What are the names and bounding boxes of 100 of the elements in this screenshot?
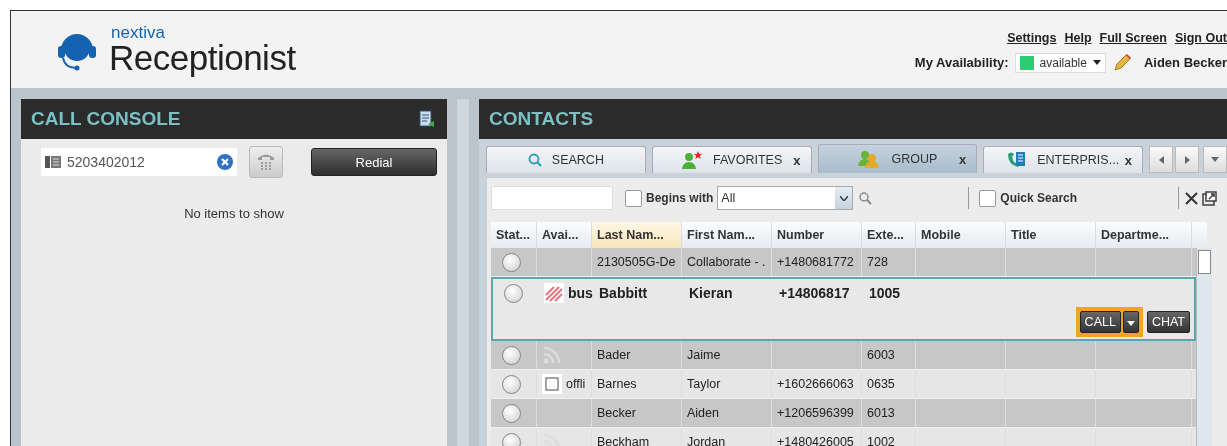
search-icon[interactable] xyxy=(858,191,873,205)
header-link[interactable]: Sign Out xyxy=(1174,30,1227,45)
table-row[interactable]: 2130505G-De Collaborate - . +1480681772 728 xyxy=(491,248,1196,277)
table-cell: 1002 xyxy=(867,435,895,446)
tab-close-button[interactable]: x xyxy=(1124,152,1132,168)
table-cell: 2130505G-De xyxy=(597,255,676,269)
header-link[interactable]: Help xyxy=(1064,30,1092,45)
header-corner xyxy=(1192,222,1207,248)
call-button[interactable]: CALL xyxy=(1079,311,1121,333)
radio-button[interactable] xyxy=(504,283,523,303)
caret-icon xyxy=(1126,321,1135,326)
table-cell: Barnes xyxy=(597,377,637,391)
dialpad-icon xyxy=(257,152,275,172)
column-header[interactable]: Exte... xyxy=(862,222,916,248)
table-cell: Babbitt xyxy=(599,285,648,301)
table-row[interactable]: Bader Jaime 6003 xyxy=(491,341,1196,370)
brand-name: nextiva xyxy=(111,24,166,41)
close-icon[interactable] xyxy=(1185,191,1198,205)
hatched-square-icon xyxy=(544,283,564,303)
scroll-right-button[interactable] xyxy=(1175,146,1199,173)
availability-dropdown[interactable]: available xyxy=(1014,52,1106,73)
tab[interactable]: ENTERPRIS... x xyxy=(983,146,1143,173)
table-row[interactable]: offli Barnes Taylor +1602666063 0635 xyxy=(491,370,1196,399)
radio-button[interactable] xyxy=(502,432,521,446)
left-arrow-icon xyxy=(1158,155,1164,164)
pencil-icon[interactable] xyxy=(1111,52,1132,73)
tab[interactable]: GROUP x xyxy=(817,144,978,173)
table-cell: Bader xyxy=(597,348,631,362)
table-cell: 0635 xyxy=(867,377,895,391)
table-cell: Jordan xyxy=(687,435,726,446)
dial-field[interactable]: 5203402012 xyxy=(41,148,237,176)
column-header[interactable]: Last Nam... xyxy=(592,222,682,248)
table-cell: +1206596399 xyxy=(777,406,854,420)
right-arrow-icon xyxy=(1184,155,1190,164)
chat-button[interactable]: CHAT xyxy=(1146,311,1190,333)
column-header[interactable]: Departme... xyxy=(1096,222,1192,248)
header-link[interactable]: Full Screen xyxy=(1099,30,1167,45)
table-cell: Collaborate - . xyxy=(687,255,766,269)
radio-button[interactable] xyxy=(502,345,521,365)
table-cell: 6013 xyxy=(867,406,895,420)
dial-number: 5203402012 xyxy=(67,154,146,170)
table-cell: offli xyxy=(566,377,586,391)
search-icon xyxy=(527,153,542,167)
table-cell: Jaime xyxy=(687,348,721,362)
scroll-left-button[interactable] xyxy=(1149,146,1173,173)
tab-close-button[interactable]: x xyxy=(793,152,801,168)
checkbox-label: Quick Search xyxy=(1000,191,1078,205)
square-icon xyxy=(542,374,562,394)
clear-icon[interactable] xyxy=(217,154,233,170)
table-row[interactable]: Becker Aiden +1206596399 6013 xyxy=(491,399,1196,428)
panel-title: CALL CONSOLE xyxy=(31,108,181,130)
list-icon[interactable] xyxy=(419,110,435,128)
scrollbar[interactable] xyxy=(1196,248,1212,446)
search-field[interactable] xyxy=(491,186,613,210)
column-header[interactable]: Number xyxy=(772,222,862,248)
table-cell: 1005 xyxy=(869,285,901,301)
checkbox-label: Begins with xyxy=(646,191,714,205)
caret-icon xyxy=(1092,60,1101,65)
table-cell: +14806817 xyxy=(779,285,850,301)
selected-row[interactable]: bus Babbitt Kieran +14806817 1005 CALL CHAT xyxy=(491,277,1196,341)
radio-button[interactable] xyxy=(502,252,521,272)
user-name: Aiden Becker xyxy=(1143,55,1227,70)
people-icon xyxy=(857,150,882,168)
panel-title: CONTACTS xyxy=(489,108,594,130)
empty-message: No items to show xyxy=(183,206,285,221)
column-header[interactable]: Stat... xyxy=(491,222,537,248)
header-link[interactable]: Settings xyxy=(1007,30,1057,45)
table-cell: Becker xyxy=(597,406,636,420)
table-cell: Beckham xyxy=(597,435,650,446)
radio-button[interactable] xyxy=(502,403,521,423)
table-cell: +1480681772 xyxy=(777,255,854,269)
column-header[interactable]: Mobile xyxy=(916,222,1006,248)
caret-icon xyxy=(839,195,848,201)
dialpad-button[interactable] xyxy=(249,146,283,178)
building-phone-icon xyxy=(1007,151,1028,169)
table-cell: +1602666063 xyxy=(777,377,854,391)
column-header[interactable]: Avai... xyxy=(537,222,592,248)
filter-dropdown[interactable]: All xyxy=(717,186,854,210)
checkbox[interactable] xyxy=(625,189,642,207)
checkbox[interactable] xyxy=(979,189,997,207)
product-name: Receptionist xyxy=(109,40,296,75)
person-star-icon xyxy=(681,151,703,169)
desk-phone-icon xyxy=(45,155,61,169)
radio-button[interactable] xyxy=(502,374,521,394)
tab[interactable]: SEARCH xyxy=(486,146,646,173)
table-cell: Kieran xyxy=(689,285,733,301)
table-cell: bus xyxy=(568,285,593,301)
table-cell: 728 xyxy=(867,255,888,269)
table-cell: Taylor xyxy=(687,377,721,391)
popout-icon[interactable] xyxy=(1202,190,1217,206)
column-header[interactable]: First Nam... xyxy=(682,222,772,248)
call-menu-button[interactable] xyxy=(1122,311,1139,333)
tab[interactable]: FAVORITES x xyxy=(651,146,812,173)
tab-menu-button[interactable] xyxy=(1203,146,1227,173)
table-cell: 6003 xyxy=(867,348,895,362)
redial-button[interactable]: Redial xyxy=(311,148,437,176)
table-row[interactable]: Beckham Jordan +1480426005 1002 xyxy=(491,428,1196,446)
tab-close-button[interactable]: x xyxy=(959,151,967,167)
table-cell: +1480426005 xyxy=(777,435,854,446)
column-header[interactable]: Title xyxy=(1006,222,1096,248)
